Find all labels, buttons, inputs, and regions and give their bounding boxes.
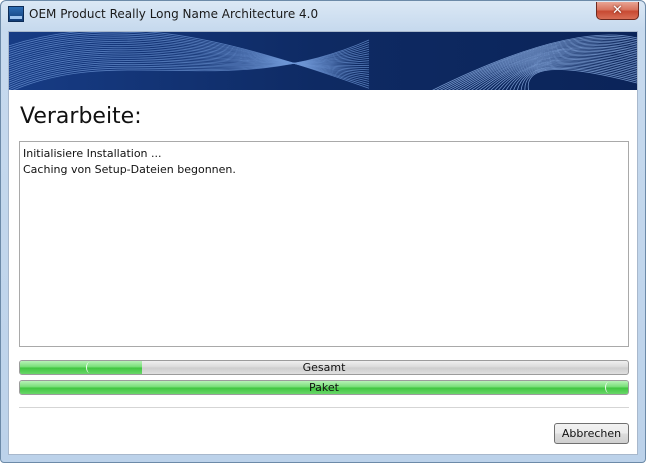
client-area: Verarbeite: Initialisiere Installation .… xyxy=(8,31,638,455)
header-banner xyxy=(9,32,637,90)
overall-progress-label: Gesamt xyxy=(302,361,346,374)
cancel-button[interactable]: Abbrechen xyxy=(554,423,629,444)
overall-progress-bar: Gesamt xyxy=(19,360,629,375)
close-button[interactable]: ✕ xyxy=(596,2,639,20)
package-progress-label: Paket xyxy=(309,381,339,394)
log-line: Caching von Setup-Dateien begonnen. xyxy=(23,163,236,176)
banner-wave-graphic xyxy=(9,32,637,90)
page-heading: Verarbeite: xyxy=(20,104,142,129)
footer-divider xyxy=(19,407,629,408)
close-icon: ✕ xyxy=(612,3,623,18)
window-title: OEM Product Really Long Name Architectur… xyxy=(29,7,319,21)
log-output[interactable]: Initialisiere Installation ... Caching v… xyxy=(19,141,629,347)
product-app-icon xyxy=(8,6,24,22)
installer-window: OEM Product Really Long Name Architectur… xyxy=(0,0,646,463)
title-bar[interactable]: OEM Product Really Long Name Architectur… xyxy=(1,1,645,31)
package-progress-bar: Paket xyxy=(19,380,629,395)
log-line: Initialisiere Installation ... xyxy=(23,147,162,160)
